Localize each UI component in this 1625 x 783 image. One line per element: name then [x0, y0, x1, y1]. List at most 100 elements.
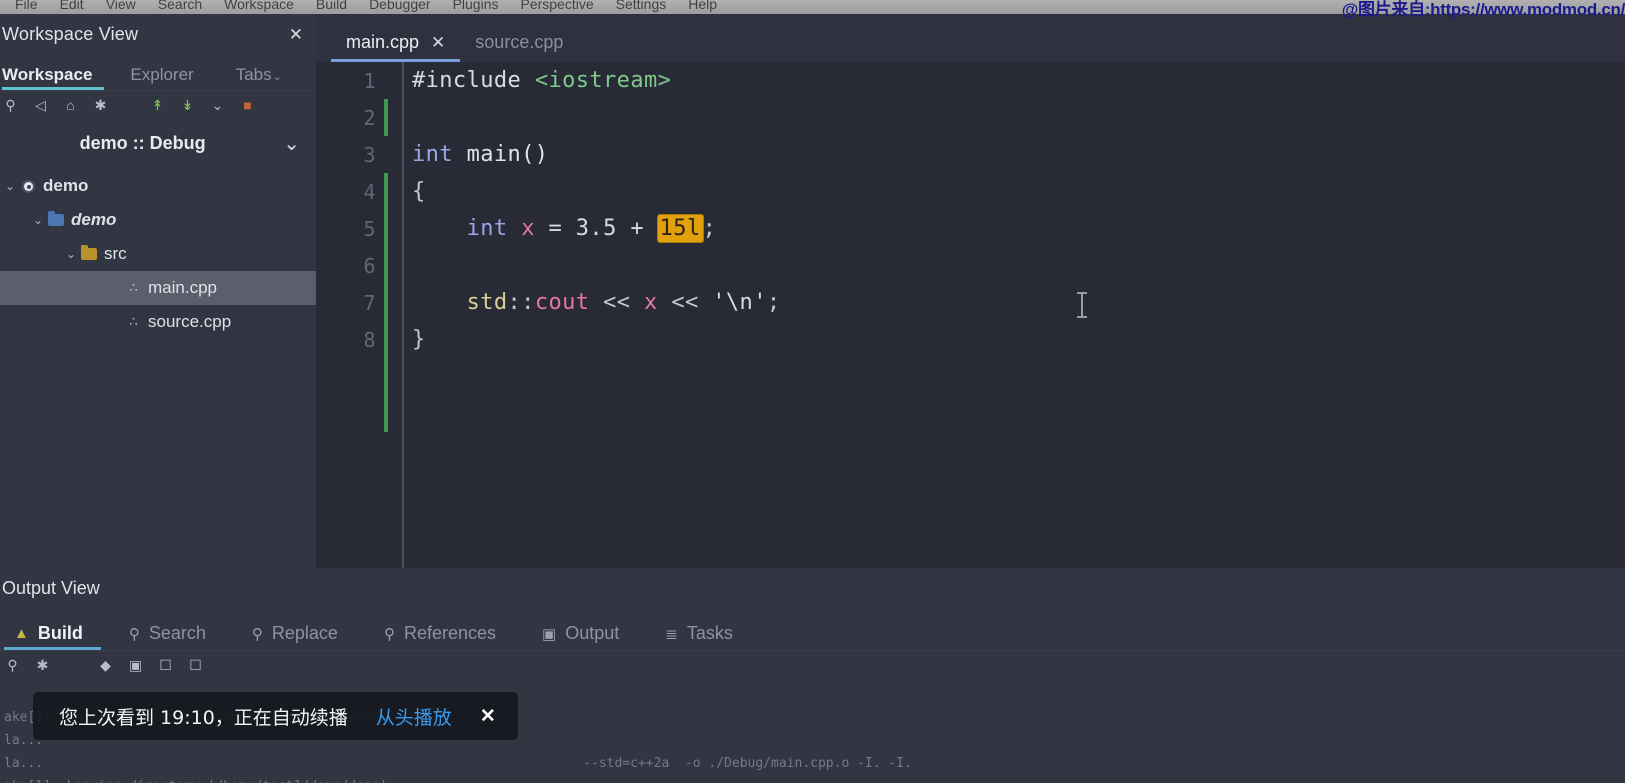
menu-item-plugins[interactable]: Plugins [442, 0, 510, 12]
folder-amber-icon [79, 245, 99, 260]
build-target-selector[interactable]: demo :: Debug ⌄ [6, 123, 310, 163]
workspace-view-header: Workspace View ✕ [0, 14, 316, 54]
tab-output-label: Output [565, 623, 620, 643]
source-watermark: @图片来自:https://www.modmod.cn/ [1341, 0, 1625, 19]
menu-item-edit[interactable]: Edit [49, 0, 95, 12]
tab-tabs[interactable]: Tabs⌄ [236, 65, 294, 90]
menu-item-build[interactable]: Build [305, 0, 358, 12]
editor-tab-source-cpp[interactable]: source.cpp [460, 32, 578, 62]
close-brace: } [412, 327, 426, 352]
tab-workspace[interactable]: Workspace [2, 65, 105, 90]
chevron-down-icon[interactable]: ⌄ [273, 71, 282, 83]
workspace-view-panel: Workspace View ✕ Workspace Explorer Tabs… [0, 14, 316, 568]
close-icon[interactable]: ✕ [480, 705, 496, 728]
list-icon: ≣ [665, 625, 678, 643]
tab-build[interactable]: ▲ Build [4, 623, 101, 650]
workspace-tree: ⌄ demo ⌄ demo ⌄ src ∴ main.cpp ∴ source.… [0, 165, 316, 339]
tab-build-label: Build [37, 623, 83, 643]
tree-item-label: source.cpp [148, 312, 232, 331]
line-number: 2 [363, 105, 376, 130]
tab-search[interactable]: ⚲ Search [119, 623, 224, 650]
link-icon[interactable]: ✱ [34, 657, 51, 674]
search-icon: ⚲ [383, 625, 395, 643]
editor-tab-label: main.cpp [346, 32, 420, 52]
search-small-icon[interactable]: ⚲ [4, 657, 21, 674]
home-icon[interactable]: ⌂ [62, 97, 79, 114]
code-line: 8 } [316, 321, 1625, 358]
chevron-down-icon[interactable]: ⌄ [2, 179, 18, 193]
tree-item-source-cpp[interactable]: ∴ source.cpp [0, 305, 316, 339]
menu-item-workspace[interactable]: Workspace [213, 0, 305, 12]
tree-item-demo-project[interactable]: ⌄ demo [0, 203, 316, 237]
menu-item-perspective[interactable]: Perspective [509, 0, 604, 12]
code-text-area[interactable]: 1 #include <iostream> 2 3 int main() 4 {… [316, 62, 1625, 568]
menu-item-help[interactable]: Help [677, 0, 728, 12]
find-icon[interactable]: ⚲ [2, 97, 19, 114]
tree-item-src-folder[interactable]: ⌄ src [0, 237, 316, 271]
tab-tasks-label: Tasks [686, 623, 733, 643]
symbol-cout: cout [534, 290, 590, 315]
code-text: std::cout << x << '\n'; [466, 290, 781, 315]
tree-item-label: src [104, 244, 127, 263]
tree-item-label: main.cpp [148, 278, 217, 297]
code-line: 5 int x = 3.5 + 15l; [316, 210, 1625, 247]
close-icon[interactable]: ✕ [431, 33, 445, 53]
menu-item-view[interactable]: View [95, 0, 147, 12]
code-line: 6 [316, 247, 1625, 284]
namespace-std: std [466, 290, 508, 315]
code-text: int x = 3.5 + 15l; [466, 215, 717, 242]
menu-item-settings[interactable]: Settings [605, 0, 678, 12]
tab-explorer-label: Explorer [130, 65, 194, 84]
chevron-down-icon[interactable]: ⌄ [283, 131, 300, 156]
paste-icon[interactable]: ☐ [187, 657, 204, 674]
menu-item-file[interactable]: File [4, 0, 49, 12]
stop-icon[interactable]: ■ [239, 97, 256, 114]
line-number: 7 [363, 290, 376, 315]
sidebar-toolbar: ⚲ ◁ ⌂ ✱ ↟ ↡ ⌄ ■ [0, 90, 316, 119]
code-line: 7 std::cout << x << '\n'; [316, 284, 1625, 321]
search-icon: ⚲ [251, 625, 263, 643]
replay-from-start-link[interactable]: 从头播放 [376, 703, 452, 730]
line-number: 1 [363, 68, 376, 93]
search-icon: ⚲ [128, 625, 140, 643]
tab-references[interactable]: ⚲ References [374, 623, 514, 650]
tab-search-label: Search [148, 623, 206, 643]
chevron-down-icon[interactable]: ⌄ [209, 97, 226, 114]
codelite-ide-window: File Edit View Search Workspace Build De… [0, 0, 1625, 783]
editor-tab-main-cpp[interactable]: main.cpp ✕ [331, 32, 461, 62]
open-brace: { [412, 179, 426, 204]
variable-x: x [521, 216, 535, 241]
chevron-down-icon[interactable]: ⌄ [30, 213, 46, 227]
output-view-title: Output View [2, 577, 100, 598]
code-line: 3 int main() [316, 136, 1625, 173]
clear-icon[interactable]: ◆ [97, 657, 114, 674]
tab-replace[interactable]: ⚲ Replace [242, 623, 356, 650]
chevron-down-icon[interactable]: ⌄ [63, 247, 79, 261]
menu-item-debugger[interactable]: Debugger [358, 0, 442, 12]
tab-explorer[interactable]: Explorer [130, 65, 205, 90]
copy-icon[interactable]: ☐ [157, 657, 174, 674]
tab-tabs-label: Tabs [235, 65, 272, 84]
tab-output[interactable]: ▣ Output [532, 623, 637, 650]
warning-triangle-icon: ▲ [14, 625, 29, 642]
wrench-icon[interactable]: ✱ [92, 97, 109, 114]
build-icon[interactable]: ↟ [149, 97, 166, 114]
workspace-view-title: Workspace View [2, 23, 139, 44]
editor-tab-label: source.cpp [475, 32, 564, 52]
text-cursor-icon [1077, 292, 1087, 318]
save-icon[interactable]: ▣ [127, 657, 144, 674]
tab-tasks[interactable]: ≣ Tasks [655, 623, 751, 650]
tree-item-demo-workspace[interactable]: ⌄ demo [0, 169, 316, 203]
menu-item-search[interactable]: Search [147, 0, 213, 12]
send-icon[interactable]: ◁ [32, 97, 49, 114]
char-literal: '\n' [712, 290, 767, 315]
output-view-header: Output View [0, 568, 1625, 608]
code-text: #include <iostream> [412, 68, 672, 93]
close-icon[interactable]: ✕ [289, 25, 303, 45]
rebuild-icon[interactable]: ↡ [179, 97, 196, 114]
line-number: 3 [363, 142, 376, 167]
line-number: 6 [363, 253, 376, 278]
tab-references-label: References [403, 623, 497, 643]
tree-item-main-cpp[interactable]: ∴ main.cpp [0, 271, 316, 305]
build-target-label: demo :: Debug [79, 132, 206, 153]
